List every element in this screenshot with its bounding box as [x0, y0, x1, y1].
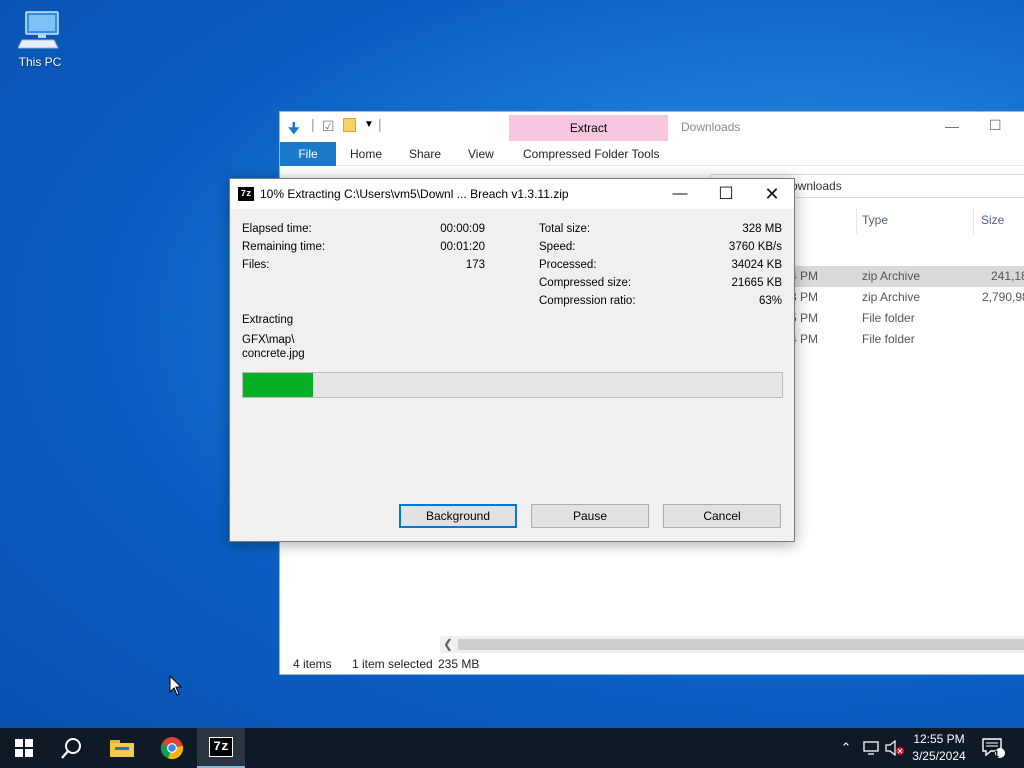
- elapsed-time-label: Elapsed time:: [242, 223, 312, 235]
- minimize-button[interactable]: —: [657, 179, 703, 209]
- status-selected-size: 235 MB: [438, 657, 480, 671]
- processed-label: Processed:: [539, 259, 597, 271]
- files-value: 173: [465, 259, 485, 271]
- extraction-progress-bar: [242, 372, 783, 398]
- 7zip-app-icon: 7z: [238, 187, 254, 201]
- separator: |: [378, 116, 382, 132]
- separator: |: [311, 116, 315, 132]
- clock-date: 3/25/2024: [912, 749, 966, 763]
- background-button[interactable]: Background: [399, 504, 517, 528]
- new-folder-icon[interactable]: [343, 118, 356, 132]
- search-icon: [61, 738, 81, 759]
- speed-value: 3760 KB/s: [728, 241, 782, 253]
- maximize-button[interactable]: ☐: [703, 179, 749, 209]
- dialog-title: 10% Extracting C:\Users\vm5\Downl ... Br…: [260, 187, 569, 201]
- current-file: concrete.jpg: [242, 348, 305, 360]
- tab-home[interactable]: Home: [350, 142, 382, 166]
- file-size: 241,18: [991, 269, 1024, 283]
- progress-fill: [243, 373, 314, 397]
- compressed-size-label: Compressed size:: [539, 277, 632, 289]
- total-size-value: 328 MB: [742, 223, 782, 235]
- dialog-title-bar[interactable]: 7z 10% Extracting C:\Users\vm5\Downl ...…: [230, 179, 794, 209]
- chrome-icon: [160, 737, 184, 760]
- current-path: GFX\map\: [242, 334, 295, 346]
- column-header-type[interactable]: Type: [862, 213, 888, 227]
- notification-center-button[interactable]: 1: [978, 728, 1008, 768]
- cancel-button[interactable]: Cancel: [663, 504, 781, 528]
- 7zip-icon: 7z: [209, 737, 233, 757]
- notification-icon: [982, 738, 1005, 758]
- scroll-left-icon[interactable]: ❮: [443, 636, 453, 653]
- remaining-time-label: Remaining time:: [242, 241, 326, 253]
- processed-value: 34024 KB: [731, 259, 782, 271]
- file-type: File folder: [862, 311, 915, 325]
- operation-label: Extracting: [242, 314, 294, 326]
- customize-toolbar-chevron-icon[interactable]: ▼: [364, 119, 374, 130]
- file-explorer-icon: [110, 740, 134, 757]
- ribbon-tabs: File Home Share View Compressed Folder T…: [280, 142, 1024, 166]
- file-row[interactable]: 3 PM zip Archive 2,790,98: [780, 287, 1024, 308]
- extraction-progress-dialog[interactable]: 7z 10% Extracting C:\Users\vm5\Downl ...…: [229, 178, 795, 542]
- file-row[interactable]: 4 PM zip Archive 241,18: [780, 266, 1024, 287]
- file-row[interactable]: 4 PM File folder: [780, 329, 1024, 350]
- maximize-icon[interactable]: ☐: [989, 117, 1002, 134]
- remaining-time-value: 00:01:20: [440, 241, 485, 253]
- start-icon: [15, 739, 33, 757]
- total-size-label: Total size:: [539, 223, 591, 235]
- address-path: ownloads: [791, 179, 842, 193]
- tab-compressed-folder-tools[interactable]: Compressed Folder Tools: [523, 142, 660, 166]
- this-pc-icon: [18, 11, 59, 49]
- files-label: Files:: [242, 259, 270, 271]
- file-type: zip Archive: [862, 290, 921, 304]
- compressed-size-value: 21665 KB: [731, 277, 782, 289]
- show-hidden-icons-chevron-icon[interactable]: ⌃: [837, 728, 855, 768]
- mouse-cursor-icon: [169, 675, 183, 696]
- file-explorer-button[interactable]: [98, 728, 146, 768]
- horizontal-scrollbar[interactable]: ❮: [440, 636, 1024, 653]
- tab-file[interactable]: File: [280, 142, 336, 166]
- tab-view[interactable]: View: [468, 142, 494, 166]
- taskbar-clock[interactable]: 12:55 PM 3/25/2024: [904, 731, 974, 765]
- column-separator: [856, 208, 857, 234]
- desktop-icon-label: This PC: [18, 55, 62, 69]
- taskbar: 7z ⌃ 12:55 PM 3/25/2024 1: [0, 728, 1024, 768]
- tab-share[interactable]: Share: [409, 142, 441, 166]
- status-bar: 4 items 1 item selected 235 MB: [280, 653, 1024, 675]
- start-button[interactable]: [0, 728, 48, 768]
- status-selected: 1 item selected: [352, 657, 433, 671]
- search-button[interactable]: [48, 728, 96, 768]
- scrollbar-thumb[interactable]: [458, 639, 1024, 650]
- compression-ratio-label: Compression ratio:: [539, 295, 636, 307]
- explorer-title-bar[interactable]: 🠋 | ☑ ▼ | Extract Downloads — ☐: [280, 112, 1024, 142]
- column-separator: [973, 208, 974, 234]
- 7zip-taskbar-button[interactable]: 7z: [197, 728, 245, 768]
- column-header-size[interactable]: Size: [981, 213, 1004, 227]
- file-row[interactable]: 5 PM File folder: [780, 308, 1024, 329]
- file-type: zip Archive: [862, 269, 921, 283]
- elapsed-time-value: 00:00:09: [440, 223, 485, 235]
- file-type: File folder: [862, 332, 915, 346]
- download-arrow-icon: 🠋: [288, 120, 300, 136]
- close-button[interactable]: ✕: [749, 179, 795, 209]
- tab-extract[interactable]: Extract: [509, 115, 668, 141]
- speed-label: Speed:: [539, 241, 576, 253]
- notification-count-badge: 1: [994, 749, 1000, 759]
- file-size: 2,790,98: [982, 290, 1024, 304]
- properties-icon[interactable]: ☑: [322, 118, 335, 135]
- desktop-icon-this-pc[interactable]: This PC: [12, 10, 68, 69]
- compression-ratio-value: 63%: [758, 295, 782, 307]
- network-icon[interactable]: [860, 728, 882, 768]
- status-item-count: 4 items: [293, 657, 332, 671]
- minimize-icon[interactable]: —: [945, 118, 959, 134]
- volume-muted-icon[interactable]: [884, 728, 906, 768]
- pause-button[interactable]: Pause: [531, 504, 649, 528]
- clock-time: 12:55 PM: [913, 732, 965, 746]
- chrome-button[interactable]: [148, 728, 196, 768]
- explorer-window-title: Downloads: [681, 120, 741, 134]
